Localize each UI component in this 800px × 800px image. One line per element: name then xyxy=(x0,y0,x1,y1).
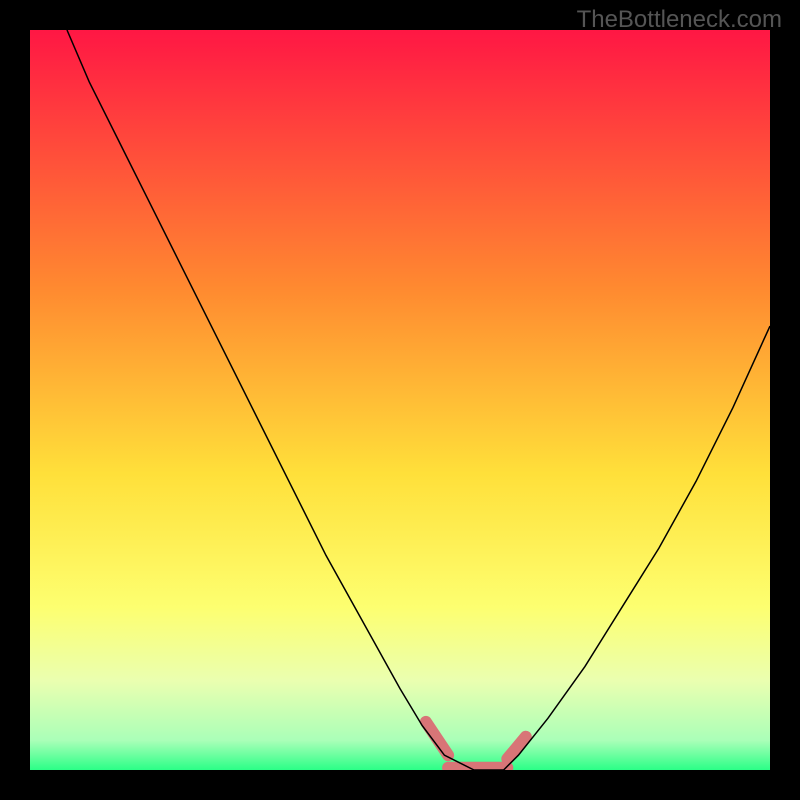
watermark-text: TheBottleneck.com xyxy=(577,6,782,34)
chart-background xyxy=(30,30,770,770)
chart-plot-area xyxy=(30,30,770,770)
chart-svg xyxy=(30,30,770,770)
